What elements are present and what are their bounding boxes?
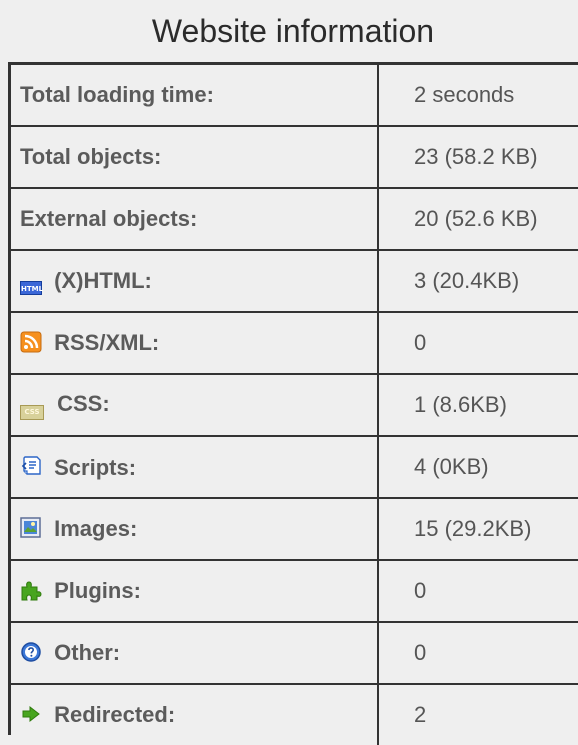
plugin-icon xyxy=(20,579,42,601)
row-value: 4 (0KB) xyxy=(414,454,489,479)
row-value-cell: 20 (52.6 KB) xyxy=(378,188,578,251)
row-label: Total loading time: xyxy=(20,82,214,107)
row-value: 2 seconds xyxy=(414,82,515,107)
row-value: 0 xyxy=(414,578,427,603)
html-icon: HTML xyxy=(20,280,43,295)
row-label: (X)HTML: xyxy=(54,267,152,293)
website-information-table: Total loading time: 2 seconds Total obje… xyxy=(11,65,578,745)
table-row-total-loading-time: Total loading time: 2 seconds xyxy=(11,65,578,127)
row-value-cell: 15 (29.2KB) xyxy=(378,498,578,561)
table-row-css: CSS CSS: 1 (8.6KB) xyxy=(11,374,578,437)
row-label-cell: Other: xyxy=(11,622,379,685)
table-row-images: Images: 15 (29.2KB) xyxy=(11,498,578,561)
row-value: 0 xyxy=(414,330,427,355)
redirect-arrow-icon xyxy=(20,703,42,725)
table-row-redirected: Redirected: 2 xyxy=(11,684,578,745)
row-label: Total objects: xyxy=(20,144,162,169)
row-value-cell: 2 seconds xyxy=(378,65,578,127)
row-label-cell: CSS CSS: xyxy=(11,374,379,437)
table-row-plugins: Plugins: 0 xyxy=(11,560,578,623)
panel-title: Website information xyxy=(151,13,435,49)
row-value: 1 (8.6KB) xyxy=(414,392,507,417)
row-label: External objects: xyxy=(20,206,198,231)
row-label-cell: Images: xyxy=(11,498,379,561)
row-value-cell: 0 xyxy=(378,312,578,375)
row-label: RSS/XML: xyxy=(54,330,160,355)
script-icon xyxy=(20,454,42,476)
table-row-scripts: Scripts: 4 (0KB) xyxy=(11,436,578,499)
row-label-cell: Plugins: xyxy=(11,560,379,623)
row-value-cell: 2 xyxy=(378,684,578,745)
row-value-cell: 3 (20.4KB) xyxy=(378,250,578,313)
row-value-cell: 23 (58.2 KB) xyxy=(378,126,578,189)
table-row-rss-xml: RSS/XML: 0 xyxy=(11,312,578,375)
row-label-cell: Total objects: xyxy=(11,126,379,189)
row-label: Other: xyxy=(54,640,121,665)
row-value: 20 (52.6 KB) xyxy=(414,206,538,231)
row-value: 0 xyxy=(414,640,427,665)
row-label-cell: Redirected: xyxy=(11,684,379,745)
row-label: CSS: xyxy=(57,390,110,416)
row-value-cell: 0 xyxy=(378,560,578,623)
css-icon: CSS xyxy=(20,404,44,420)
row-value-cell: 0 xyxy=(378,622,578,685)
image-icon xyxy=(20,517,42,539)
row-value-cell: 1 (8.6KB) xyxy=(378,374,578,437)
row-value: 23 (58.2 KB) xyxy=(414,144,538,169)
row-label-cell: RSS/XML: xyxy=(11,312,379,375)
row-label: Plugins: xyxy=(54,578,141,603)
row-value: 3 (20.4KB) xyxy=(414,268,520,293)
row-label: Redirected: xyxy=(54,702,176,727)
other-help-icon xyxy=(20,641,42,663)
table-row-total-objects: Total objects: 23 (58.2 KB) xyxy=(11,126,578,189)
row-value: 2 xyxy=(414,702,427,727)
rss-icon xyxy=(20,331,42,353)
row-label-cell: HTML (X)HTML: xyxy=(11,250,379,313)
website-information-panel: Website information Total loading time: … xyxy=(0,0,578,745)
row-label: Images: xyxy=(54,516,138,541)
row-label-cell: External objects: xyxy=(11,188,379,251)
table-row-external-objects: External objects: 20 (52.6 KB) xyxy=(11,188,578,251)
row-value: 15 (29.2KB) xyxy=(414,516,532,541)
row-label: Scripts: xyxy=(54,454,137,480)
table-row-xhtml: HTML (X)HTML: 3 (20.4KB) xyxy=(11,250,578,313)
row-value-cell: 4 (0KB) xyxy=(378,436,578,499)
website-information-table-wrapper: Total loading time: 2 seconds Total obje… xyxy=(8,62,578,745)
row-label-cell: Scripts: xyxy=(11,436,379,499)
table-row-other: Other: 0 xyxy=(11,622,578,685)
row-label-cell: Total loading time: xyxy=(11,65,379,127)
